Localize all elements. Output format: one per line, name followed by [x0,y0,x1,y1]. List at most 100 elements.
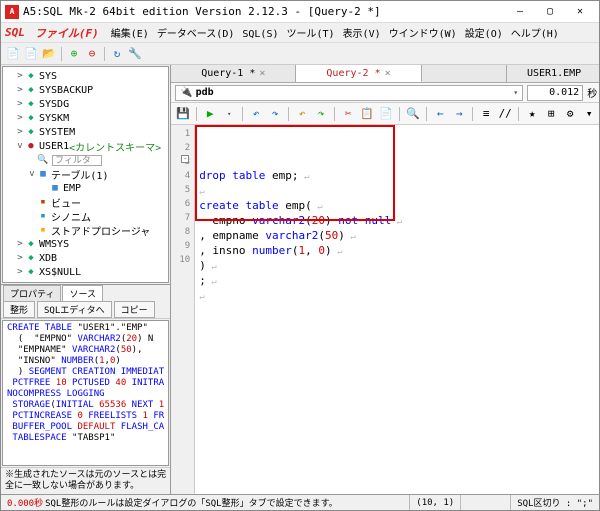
new-sql-icon[interactable]: 📄 [23,46,39,62]
prop-tab-1[interactable]: ソース [62,285,103,301]
prop-button-2[interactable]: コピー [114,301,155,318]
editor-tabs: Query-1 *×Query-2 *× USER1.EMP [171,65,599,83]
tree-filter-input[interactable]: フィルタ [52,155,102,166]
tree-node[interactable]: >◆SYS [3,69,168,83]
db-add-icon[interactable]: ⊕ [66,46,82,62]
fold-marker[interactable]: - [181,155,189,163]
close-tab-icon[interactable]: × [259,68,265,79]
menu-item-6[interactable]: ウインドウ(W) [385,27,461,42]
close-button[interactable]: ✕ [565,2,595,22]
tree-node[interactable]: v▦テーブル(1) [3,167,168,181]
tree-label: USER1 [39,141,69,152]
format-icon[interactable]: ≡ [478,106,494,122]
code-line: create table emp( ↵ [199,199,597,214]
arrow-left-icon[interactable]: ← [432,106,448,122]
tree-suffix: <カレントスキーマ> [69,139,161,154]
plug-icon: 🔌 [180,87,192,98]
tool-icon[interactable]: 🔧 [127,46,143,62]
arrow-right-icon[interactable]: → [451,106,467,122]
tree-twisty[interactable]: v [15,141,25,151]
run-menu-icon[interactable]: ▾ [221,106,237,122]
minimize-button[interactable]: — [505,2,535,22]
tree-node[interactable]: >◆SYSTEM [3,125,168,139]
tree-node[interactable]: ▦EMP [3,181,168,195]
tree-twisty[interactable]: > [15,253,25,263]
menu-item-2[interactable]: データベース(D) [153,27,239,42]
save-icon[interactable]: 💾 [175,106,191,122]
db-tree[interactable]: >◆SYS>◆SYSBACKUP>◆SYSDG>◆SYSKM>◆SYSTEMv●… [2,66,169,283]
tree-node[interactable]: >◆SYSDG [3,97,168,111]
gutter-line: 4 [171,169,194,183]
menu-item-5[interactable]: 表示(V) [339,27,385,42]
menu-item-8[interactable]: ヘルプ(H) [507,27,563,42]
code-line: , insno number(1, 0) ↵ [199,244,597,259]
code-line: ↵ [199,289,597,304]
comment-icon[interactable]: // [497,106,513,122]
code-line: ; ↵ [199,274,597,289]
editor-tab-1[interactable]: Query-2 *× [296,65,421,82]
bookmark-icon[interactable]: ★ [524,106,540,122]
tree-label: SYSBACKUP [39,85,93,96]
tree-label: XDB [39,253,57,264]
tree-twisty[interactable]: > [15,127,25,137]
editor-tab-table[interactable]: USER1.EMP [506,65,599,82]
sql-editor[interactable]: drop table emp; ↵↵create table emp( ↵ em… [195,125,599,494]
maximize-button[interactable]: ▢ [535,2,565,22]
prop-tab-0[interactable]: プロパティ [3,285,61,301]
run-icon[interactable]: ▶ [202,106,218,122]
redo2-icon[interactable]: ↷ [313,106,329,122]
tree-twisty[interactable]: > [15,239,25,249]
tree-twisty[interactable]: > [15,267,25,277]
tree-twisty[interactable]: v [27,169,37,179]
new-icon[interactable]: 📄 [5,46,21,62]
tree-node[interactable]: v●USER1 <カレントスキーマ> [3,139,168,153]
code-line [199,304,597,318]
tree-node[interactable]: >◆WMSYS [3,237,168,251]
tree-node[interactable]: >◆SYSBACKUP [3,83,168,97]
menu-item-0[interactable]: ファイル(F) [31,25,103,42]
tree-node[interactable]: >◆XS$NULL [3,265,168,279]
tree-twisty[interactable]: > [15,71,25,81]
open-icon[interactable]: 📂 [41,46,57,62]
more-icon[interactable]: ▾ [581,106,597,122]
gutter-line: 2 [171,141,194,155]
menu-item-4[interactable]: ツール(T) [283,27,339,42]
prop-button-1[interactable]: SQLエディタへ [37,301,112,318]
menu-item-3[interactable]: SQL(S) [238,27,282,42]
menu-item-7[interactable]: 設定(O) [461,27,507,42]
undo-icon[interactable]: ↶ [248,106,264,122]
status-cursor-pos: (10, 1) [410,495,461,510]
tree-label: EMP [63,183,81,194]
find-icon[interactable]: 🔍 [405,106,421,122]
tree-twisty[interactable]: > [15,113,25,123]
refresh-icon[interactable]: ↻ [109,46,125,62]
source-area[interactable]: CREATE TABLE "USER1"."EMP" ( "EMPNO" VAR… [2,320,169,466]
tree-twisty[interactable]: > [15,99,25,109]
explain-icon[interactable]: ⊞ [543,106,559,122]
status-message: SQL整形のルールは設定ダイアログの「SQL整形」タブで設定できます。 [45,496,338,509]
undo2-icon[interactable]: ↶ [294,106,310,122]
editor-toolbar: 💾 ▶ ▾ ↶ ↷ ↶ ↷ ✂ 📋 📄 🔍 ← → ≡ // ★ ⊞ ⚙ [171,103,599,125]
db-remove-icon[interactable]: ⊖ [84,46,100,62]
close-tab-icon[interactable]: × [385,68,391,79]
exec-time-field[interactable] [527,85,583,101]
tree-node[interactable]: 🔍フィルタ [3,153,168,167]
paste-icon[interactable]: 📄 [378,106,394,122]
tree-twisty[interactable]: > [15,85,25,95]
prop-button-0[interactable]: 整形 [3,301,35,318]
menu-item-1[interactable]: 編集(E) [107,27,153,42]
cut-icon[interactable]: ✂ [340,106,356,122]
gutter-line: 1 [171,127,194,141]
settings-icon[interactable]: ⚙ [562,106,578,122]
tree-node[interactable]: >◆SYSKM [3,111,168,125]
connection-select[interactable]: 🔌 pdb ▾ [175,85,523,101]
tree-node[interactable]: >◆XDB [3,251,168,265]
lens-icon: 🔍 [37,155,49,165]
redo-icon[interactable]: ↷ [267,106,283,122]
tree-node[interactable]: ▪シノニム [3,209,168,223]
copy-icon[interactable]: 📋 [359,106,375,122]
obj-icon: ▪ [37,197,49,207]
editor-tab-0[interactable]: Query-1 *× [171,65,296,82]
tree-node[interactable]: ▪ストアドプロシージャ [3,223,168,237]
tree-node[interactable]: ▪ビュー [3,195,168,209]
